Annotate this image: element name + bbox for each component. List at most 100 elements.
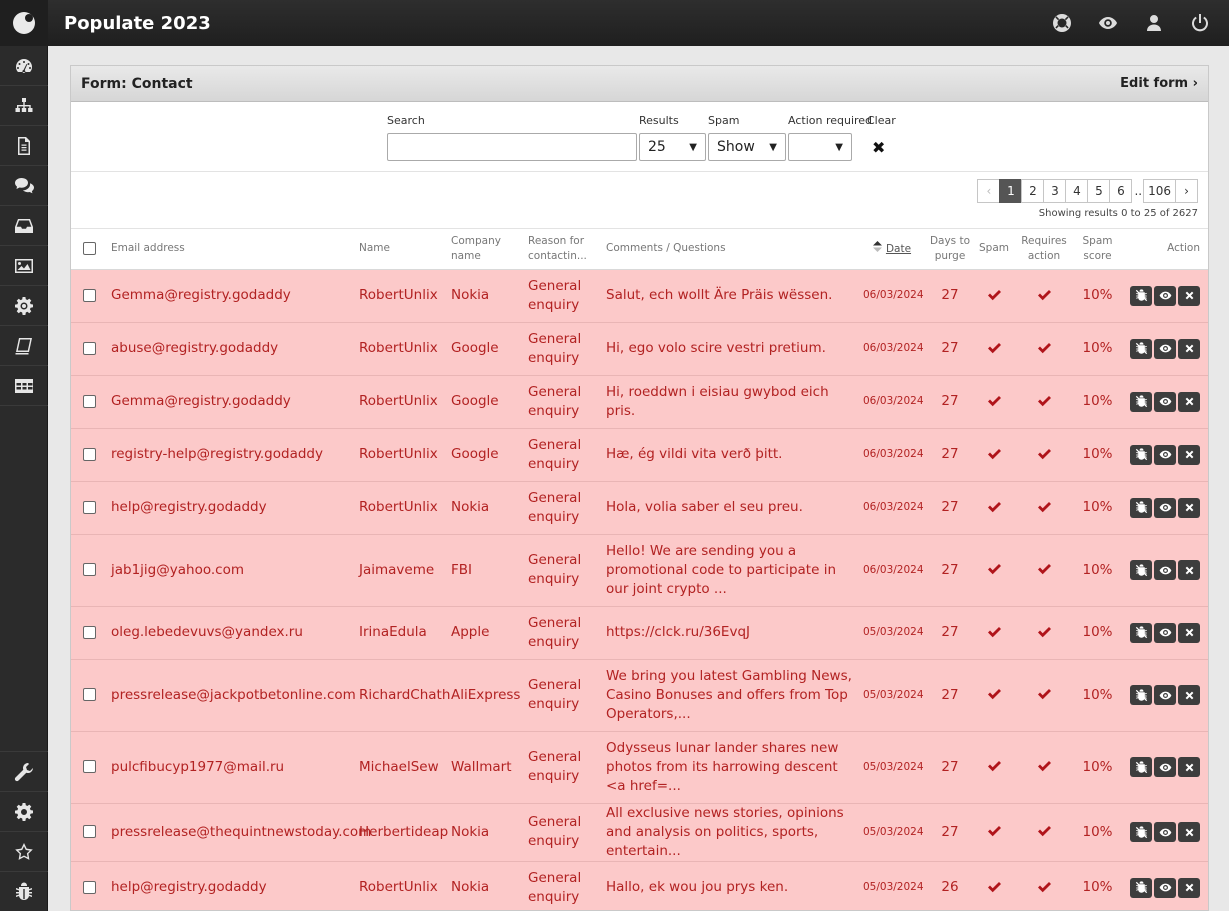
row-checkbox[interactable] (82, 563, 96, 576)
sidebar-item-config[interactable] (0, 791, 48, 831)
page-1-button[interactable]: 1 (999, 179, 1023, 203)
view-button[interactable] (1154, 444, 1176, 465)
mark-spam-button[interactable] (1130, 757, 1152, 777)
preview-button[interactable] (1085, 0, 1131, 46)
table-row[interactable]: Gemma@registry.godaddy RobertUnlix Nokia… (71, 269, 1208, 323)
delete-button[interactable] (1178, 497, 1200, 518)
table-row[interactable]: help@registry.godaddy RobertUnlix Nokia … (71, 861, 1208, 910)
sidebar-item-debug[interactable] (0, 871, 48, 911)
edit-form-link[interactable]: Edit form › (1120, 76, 1198, 91)
help-button[interactable] (1039, 0, 1085, 46)
delete-button[interactable] (1178, 822, 1200, 842)
mark-spam-button[interactable] (1130, 822, 1152, 842)
row-checkbox[interactable] (82, 341, 96, 355)
row-checkbox[interactable] (82, 825, 96, 838)
mark-spam-button[interactable] (1130, 391, 1152, 412)
table-row[interactable]: oleg.lebedevuvs@yandex.ru IrinaEdula App… (71, 606, 1208, 660)
mark-spam-button[interactable] (1130, 622, 1152, 643)
table-row[interactable]: pressrelease@jackpotbetonline.com Richar… (71, 659, 1208, 732)
sidebar-item-books[interactable] (0, 326, 48, 366)
user-button[interactable] (1131, 0, 1177, 46)
table-row[interactable]: help@registry.godaddy RobertUnlix Nokia … (71, 481, 1208, 535)
mark-spam-button[interactable] (1130, 497, 1152, 518)
results-select[interactable]: 25 ▼ (639, 133, 706, 161)
row-checkbox[interactable] (82, 760, 96, 773)
sidebar-item-dashboard[interactable] (0, 46, 48, 86)
view-button[interactable] (1154, 685, 1176, 705)
mark-spam-button[interactable] (1130, 560, 1152, 580)
page-last-button[interactable]: 106 (1143, 179, 1176, 203)
view-button[interactable] (1154, 391, 1176, 412)
page-4-button[interactable]: 4 (1065, 179, 1089, 203)
sidebar-item-favourites[interactable] (0, 831, 48, 871)
spam-select[interactable]: Show ▼ (708, 133, 786, 161)
sidebar-item-tables[interactable] (0, 366, 48, 406)
row-checkbox[interactable] (82, 880, 96, 894)
view-button[interactable] (1154, 497, 1176, 518)
table-row[interactable]: registry-help@registry.godaddy RobertUnl… (71, 428, 1208, 482)
view-button[interactable] (1154, 338, 1176, 359)
delete-button[interactable] (1178, 877, 1200, 898)
row-checkbox[interactable] (82, 288, 96, 302)
header-email[interactable]: Email address (107, 229, 355, 270)
search-input[interactable] (387, 133, 637, 161)
view-button[interactable] (1154, 622, 1176, 643)
view-button[interactable] (1154, 560, 1176, 580)
mark-spam-button[interactable] (1130, 338, 1152, 359)
header-date[interactable]: Date (859, 229, 925, 270)
sidebar-item-inbox[interactable] (0, 206, 48, 246)
row-checkbox[interactable] (82, 394, 96, 408)
page-6-button[interactable]: 6 (1109, 179, 1133, 203)
app-logo[interactable] (0, 0, 48, 46)
delete-button[interactable] (1178, 560, 1200, 580)
table-row[interactable]: Gemma@registry.godaddy RobertUnlix Googl… (71, 375, 1208, 429)
delete-button[interactable] (1178, 444, 1200, 465)
action-required-select[interactable]: ▼ (788, 133, 852, 161)
header-name[interactable]: Name (355, 229, 447, 270)
sidebar-item-settings[interactable] (0, 286, 48, 326)
table-row[interactable]: pulcfibucyp1977@mail.ru MichaelSew Wallm… (71, 731, 1208, 804)
table-row[interactable]: pressrelease@thequintnewstoday.com Herbe… (71, 803, 1208, 862)
mark-spam-button[interactable] (1130, 685, 1152, 705)
view-button[interactable] (1154, 822, 1176, 842)
mark-spam-button[interactable] (1130, 444, 1152, 465)
delete-button[interactable] (1178, 391, 1200, 412)
row-checkbox[interactable] (82, 688, 96, 701)
eye-icon (1159, 344, 1171, 353)
select-all-checkbox[interactable] (82, 241, 96, 255)
table-row[interactable]: jab1jig@yahoo.com Jaimaveme FBI General … (71, 534, 1208, 607)
clear-icon[interactable]: ✖ (872, 138, 885, 157)
view-button[interactable] (1154, 877, 1176, 898)
page-5-button[interactable]: 5 (1087, 179, 1111, 203)
header-reason[interactable]: Reason for contactin... (524, 229, 602, 270)
row-checkbox[interactable] (82, 625, 96, 639)
delete-button[interactable] (1178, 338, 1200, 359)
sidebar-item-media[interactable] (0, 246, 48, 286)
sidebar-item-forms[interactable] (0, 166, 48, 206)
header-requires[interactable]: Requires action (1013, 229, 1075, 270)
delete-button[interactable] (1178, 685, 1200, 705)
mark-spam-button[interactable] (1130, 877, 1152, 898)
header-score[interactable]: Spam score (1075, 229, 1120, 270)
header-company[interactable]: Company name (447, 229, 524, 270)
row-checkbox[interactable] (82, 447, 96, 461)
page-3-button[interactable]: 3 (1043, 179, 1067, 203)
next-page-button[interactable]: › (1175, 179, 1198, 203)
row-checkbox[interactable] (82, 500, 96, 514)
delete-button[interactable] (1178, 285, 1200, 306)
table-row[interactable]: abuse@registry.godaddy RobertUnlix Googl… (71, 322, 1208, 376)
mark-spam-button[interactable] (1130, 285, 1152, 306)
view-button[interactable] (1154, 285, 1176, 306)
view-button[interactable] (1154, 757, 1176, 777)
prev-page-button[interactable]: ‹ (977, 179, 1001, 203)
delete-button[interactable] (1178, 622, 1200, 643)
header-comments[interactable]: Comments / Questions (602, 229, 859, 270)
header-spam[interactable]: Spam (975, 229, 1013, 270)
page-2-button[interactable]: 2 (1021, 179, 1045, 203)
sidebar-item-tools[interactable] (0, 751, 48, 791)
logout-button[interactable] (1177, 0, 1223, 46)
header-days[interactable]: Days to purge (925, 229, 975, 270)
delete-button[interactable] (1178, 757, 1200, 777)
sidebar-item-pages[interactable] (0, 126, 48, 166)
sidebar-item-sitemap[interactable] (0, 86, 48, 126)
